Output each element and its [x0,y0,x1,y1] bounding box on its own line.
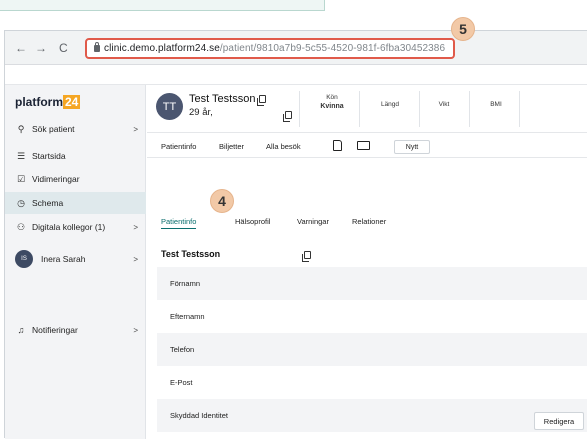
sidebar-item-label: Startsida [32,151,66,161]
stat-label: BMI [490,101,502,108]
sidebar-item-digitala-kollegor[interactable]: ⚇ Digitala kollegor (1) > [5,216,146,238]
patient-tabs: Patientinfo Biljetter Alla besök Nytt [147,134,587,158]
chevron-right-icon: > [133,254,138,264]
chevron-right-icon: > [133,325,138,335]
sidebar-item-label: Digitala kollegor (1) [32,222,106,232]
sidebar-item-startsida[interactable]: ☰ Startsida [5,145,146,167]
patient-avatar: TT [156,93,183,120]
sidebar-item-sok-patient[interactable]: ⚲ Sök patient > [5,118,146,140]
logo-number: 24 [63,95,81,109]
sidebar-item-user[interactable]: IS Inera Sarah > [5,245,146,273]
annotation-badge-4: 4 [210,189,234,213]
patientinfo-subtabs: Patientinfo Hälsoprofil Varningar Relati… [147,212,587,234]
top-strip [0,0,587,30]
browser-window: ← → C clinic.demo.platform24.se/patient/… [4,17,587,439]
faint-box [0,0,325,11]
sidebar-item-label: Sök patient [32,124,75,134]
url-text: clinic.demo.platform24.se/patient/9810a7… [104,43,445,54]
tab-alla-besok[interactable]: Alla besök [266,142,301,151]
logo-text: platform [15,95,63,109]
new-button[interactable]: Nytt [394,140,430,154]
sidebar: platform 24 ⚲ Sök patient > ☰ Startsida ☑… [5,85,146,439]
subtab-relationer[interactable]: Relationer [352,217,386,226]
stat-label: Kön [326,94,338,101]
sidebar-item-schema[interactable]: ◷ Schema [5,192,146,214]
patient-age: 29 år, [189,107,213,118]
sidebar-item-label: Vidimeringar [32,174,80,184]
reload-icon[interactable]: C [59,41,68,55]
search-icon: ⚲ [17,123,25,134]
document-icon[interactable] [333,140,342,151]
sidebar-item-label: Inera Sarah [41,254,86,264]
field-fornamn: Förnamn [157,267,587,300]
sidebar-item-label: Notifieringar [32,325,78,335]
main-content: TT Test Testsson 29 år, Kön Kvinna Längd… [147,85,587,439]
address-bar[interactable]: clinic.demo.platform24.se/patient/9810a7… [85,38,455,59]
sidebar-item-notifieringar[interactable]: ♫ Notifieringar > [5,319,146,341]
back-icon[interactable]: ← [15,41,27,55]
divider [419,91,420,127]
stat-length: Längd [372,101,408,108]
stat-label: Längd [380,101,400,108]
people-icon: ⚇ [16,221,26,232]
sidebar-item-vidimeringar[interactable]: ☑ Vidimeringar [5,168,146,190]
copy-icon[interactable] [256,95,266,107]
subtab-halsoprofil[interactable]: Hälsoprofil [235,217,270,226]
url-host: clinic.demo.platform24.se [104,43,220,54]
edit-button[interactable]: Redigera [534,412,584,430]
patient-header: TT Test Testsson 29 år, Kön Kvinna Längd… [147,85,587,133]
bell-icon: ♫ [17,325,25,335]
patient-name-text: Test Testsson [189,93,256,105]
stat-label: Vikt [438,101,450,108]
field-epost: E-Post [170,378,193,387]
divider [469,91,470,127]
subtab-varningar[interactable]: Varningar [297,217,329,226]
tab-biljetter[interactable]: Biljetter [219,142,244,151]
forward-icon[interactable]: → [35,41,47,55]
stat-weight: Vikt [429,101,459,108]
divider [519,91,520,127]
stat-gender: Kön Kvinna [313,94,351,110]
section-title-text: Test Testsson [161,249,221,259]
sidebar-item-label: Schema [32,198,64,208]
annotation-badge-5: 5 [451,17,475,41]
url-path: /patient/9810a7b9-5c55-4520-981f-6fba304… [219,43,446,54]
divider [299,91,300,127]
avatar: IS [15,250,33,268]
section-title: Test Testsson [161,249,220,259]
stat-bmi: BMI [481,101,511,108]
copy-icon[interactable] [283,111,292,122]
clock-icon: ◷ [17,197,25,208]
video-icon[interactable] [357,141,370,150]
patient-name: Test Testsson [189,93,266,107]
lock-icon [94,42,100,52]
bookmarks-bar [5,65,587,85]
field-efternamn: Efternamn [170,312,205,321]
field-telefon: Telefon [157,333,587,366]
stat-value: Kvinna [320,103,344,110]
platform-logo[interactable]: platform 24 [15,95,81,109]
chevron-right-icon: > [133,222,138,232]
copy-icon[interactable] [302,251,311,262]
list-icon: ☰ [16,150,26,161]
checkbox-icon: ☑ [16,173,26,184]
divider [359,91,360,127]
tab-patientinfo[interactable]: Patientinfo [161,142,196,151]
field-skyddad-identitet: Skyddad Identitet [157,399,587,432]
subtab-patientinfo[interactable]: Patientinfo [161,217,197,229]
chevron-right-icon: > [133,124,138,134]
browser-toolbar: ← → C clinic.demo.platform24.se/patient/… [5,17,587,65]
